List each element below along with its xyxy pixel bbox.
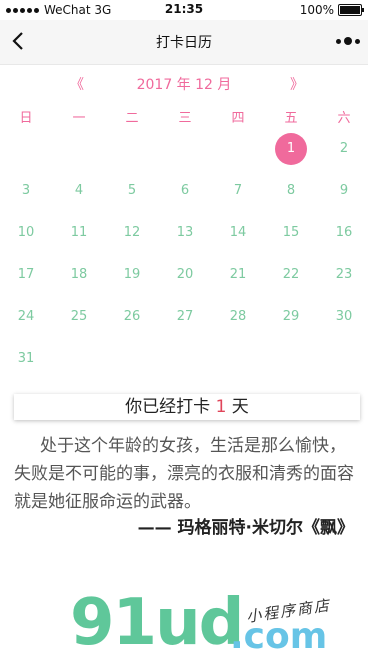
- quote-body: 处于这个年龄的女孩，生活是那么愉快，失败是不可能的事，漂亮的衣服和清秀的面容就是…: [14, 436, 354, 512]
- calendar-day[interactable]: 11: [63, 221, 95, 245]
- calendar-day[interactable]: 3: [10, 179, 42, 203]
- status-bar: WeChat 3G 21:35 100%: [0, 0, 368, 20]
- calendar-day[interactable]: 12: [116, 221, 148, 245]
- checkin-summary: 你已经打卡 1 天: [14, 394, 360, 420]
- quote-attribution: —— 玛格丽特·米切尔《飘》: [137, 518, 354, 538]
- calendar-day[interactable]: 27: [169, 305, 201, 329]
- calendar-day[interactable]: 21: [222, 263, 254, 287]
- logo-main: 91ud: [70, 586, 244, 660]
- weekday-label: 二: [125, 111, 139, 126]
- calendar-day[interactable]: 31: [10, 347, 42, 371]
- page-title: 打卡日历: [156, 35, 212, 51]
- checkin-count: 1: [215, 397, 227, 417]
- calendar-day[interactable]: 22: [275, 263, 307, 287]
- calendar-day[interactable]: 16: [328, 221, 360, 245]
- calendar-day[interactable]: 30: [328, 305, 360, 329]
- more-menu-icon[interactable]: [336, 37, 360, 45]
- weekday-row: 日一二三四五六: [0, 107, 368, 127]
- calendar-day[interactable]: 17: [10, 263, 42, 287]
- calendar-day[interactable]: 5: [116, 179, 148, 203]
- calendar-day[interactable]: 6: [169, 179, 201, 203]
- battery-label: 100%: [299, 3, 334, 17]
- checkin-suffix: 天: [226, 397, 249, 417]
- brand-logo: 91ud 小程序商店 .com: [70, 586, 360, 666]
- nav-bar: 打卡日历: [0, 20, 368, 65]
- next-month-button[interactable]: 》: [290, 74, 304, 94]
- checkin-prefix: 你已经打卡: [125, 397, 216, 417]
- calendar-day[interactable]: 23: [328, 263, 360, 287]
- calendar-day[interactable]: 19: [116, 263, 148, 287]
- quote-text: 处于这个年龄的女孩，生活是那么愉快，失败是不可能的事，漂亮的衣服和清秀的面容就是…: [14, 432, 356, 516]
- month-label: 2017 年 12 月: [136, 77, 232, 93]
- calendar-day[interactable]: 28: [222, 305, 254, 329]
- calendar-day-checked[interactable]: 1: [275, 133, 307, 165]
- calendar-day[interactable]: 10: [10, 221, 42, 245]
- calendar-day[interactable]: 2: [328, 137, 360, 161]
- calendar-day[interactable]: 18: [63, 263, 95, 287]
- weekday-label: 一: [72, 111, 86, 126]
- calendar-day[interactable]: 4: [63, 179, 95, 203]
- status-right: 100%: [299, 3, 364, 17]
- calendar-day[interactable]: 20: [169, 263, 201, 287]
- weekday-label: 五: [284, 111, 298, 126]
- calendar-day[interactable]: 9: [328, 179, 360, 203]
- logo-domain: .com: [230, 616, 328, 657]
- calendar-day[interactable]: 24: [10, 305, 42, 329]
- calendar-header: 《 2017 年 12 月 》: [0, 74, 368, 94]
- weekday-label: 六: [337, 111, 351, 126]
- weekday-label: 四: [231, 111, 245, 126]
- calendar-day[interactable]: 7: [222, 179, 254, 203]
- calendar-day[interactable]: 13: [169, 221, 201, 245]
- calendar-day[interactable]: 15: [275, 221, 307, 245]
- weekday-label: 三: [178, 111, 192, 126]
- calendar-day[interactable]: 29: [275, 305, 307, 329]
- calendar-day[interactable]: 25: [63, 305, 95, 329]
- battery-icon: [338, 4, 364, 16]
- calendar-day[interactable]: 14: [222, 221, 254, 245]
- weekday-label: 日: [19, 111, 33, 126]
- calendar-day[interactable]: 26: [116, 305, 148, 329]
- calendar-day[interactable]: 8: [275, 179, 307, 203]
